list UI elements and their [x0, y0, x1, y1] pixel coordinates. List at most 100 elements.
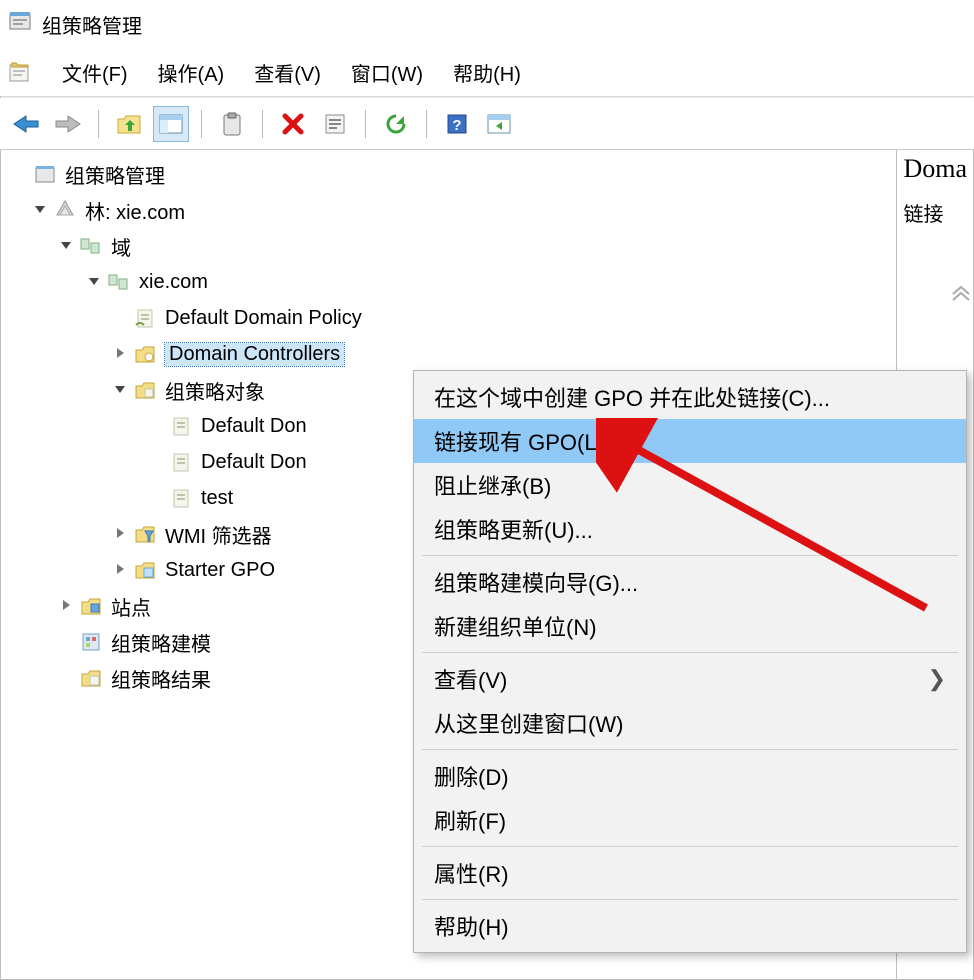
tree-root[interactable]: 组策略管理 [1, 156, 896, 192]
tree-label: 组策略管理 [65, 160, 165, 189]
ctx-separator [422, 555, 958, 556]
gpmc-icon [31, 163, 59, 185]
tree-label: Default Don [201, 451, 307, 474]
app-title: 组策略管理 [42, 10, 142, 39]
details-icon [486, 113, 512, 135]
chevron-right-icon[interactable] [109, 526, 131, 542]
toolbar-details-button[interactable] [481, 106, 517, 142]
detail-tab[interactable]: 链接 [903, 198, 967, 227]
policy-icon [167, 487, 195, 509]
chevron-down-icon[interactable] [55, 238, 77, 254]
toolbar-forward-button [50, 106, 86, 142]
toolbar: ? [0, 98, 974, 150]
ctx-separator [422, 749, 958, 750]
chevron-right-icon[interactable] [55, 598, 77, 614]
ctx-label: 帮助(H) [434, 910, 509, 942]
tree-default-domain-policy[interactable]: Default Domain Policy [1, 300, 896, 336]
detail-title: Doma [903, 154, 967, 184]
ctx-label: 链接现有 GPO(L)... [434, 425, 622, 457]
clipboard-icon [221, 112, 243, 136]
title-bar: 组策略管理 [0, 0, 974, 48]
ctx-label: 刷新(F) [434, 804, 506, 836]
domain-icon [105, 271, 133, 293]
toolbar-help-button[interactable]: ? [439, 106, 475, 142]
ctx-label: 属性(R) [434, 857, 509, 889]
ctx-label: 阻止继承(B) [434, 469, 551, 501]
arrow-right-icon [54, 114, 82, 134]
chevron-down-icon[interactable] [83, 274, 105, 290]
tree-label: xie.com [139, 271, 208, 294]
gpo-folder-icon [131, 379, 159, 401]
starter-gpo-icon [131, 559, 159, 581]
toolbar-properties-button[interactable] [317, 106, 353, 142]
toolbar-divider [426, 110, 427, 138]
chevron-collapse-icon[interactable] [949, 280, 973, 310]
tree-label: 组策略对象 [165, 376, 265, 405]
toolbar-show-tree-button[interactable] [153, 106, 189, 142]
ctx-help[interactable]: 帮助(H) [414, 904, 966, 948]
tree-domain-controllers[interactable]: Domain Controllers [1, 336, 896, 372]
panel-icon [158, 113, 184, 135]
tree-domain-xie[interactable]: xie.com [1, 264, 896, 300]
chevron-right-icon[interactable] [109, 562, 131, 578]
ctx-refresh[interactable]: 刷新(F) [414, 798, 966, 842]
toolbar-back-button[interactable] [8, 106, 44, 142]
forest-icon [51, 199, 79, 221]
tree-label: 站点 [111, 592, 151, 621]
tree-forest[interactable]: 林: xie.com [1, 192, 896, 228]
ctx-delete[interactable]: 删除(D) [414, 754, 966, 798]
help-icon: ? [446, 113, 468, 135]
refresh-icon [384, 112, 408, 136]
toolbar-up-folder-button[interactable] [111, 106, 147, 142]
toolbar-clipboard-button[interactable] [214, 106, 250, 142]
folder-up-icon [116, 113, 142, 135]
menu-file[interactable]: 文件(F) [62, 58, 128, 87]
menu-bar: 文件(F) 操作(A) 查看(V) 窗口(W) 帮助(H) [0, 48, 974, 96]
toolbar-refresh-button[interactable] [378, 106, 414, 142]
ctx-label: 组策略更新(U)... [434, 513, 593, 545]
menu-action[interactable]: 操作(A) [158, 58, 225, 87]
properties-icon [323, 112, 347, 136]
ctx-separator [422, 899, 958, 900]
wmi-icon [131, 523, 159, 545]
toolbar-divider [365, 110, 366, 138]
ctx-modeling-wizard[interactable]: 组策略建模向导(G)... [414, 560, 966, 604]
ctx-properties[interactable]: 属性(R) [414, 851, 966, 895]
chevron-right-icon: ❯ [928, 666, 946, 692]
modeling-icon [77, 631, 105, 653]
ctx-link-existing-gpo[interactable]: 链接现有 GPO(L)... [414, 419, 966, 463]
tree-label: 域 [111, 232, 131, 261]
chevron-right-icon[interactable] [109, 346, 131, 362]
tree-label: WMI 筛选器 [165, 520, 272, 549]
ctx-create-gpo-link[interactable]: 在这个域中创建 GPO 并在此处链接(C)... [414, 375, 966, 419]
chevron-down-icon[interactable] [29, 202, 51, 218]
sites-icon [77, 595, 105, 617]
tree-domains[interactable]: 域 [1, 228, 896, 264]
ctx-new-ou[interactable]: 新建组织单位(N) [414, 604, 966, 648]
context-menu: 在这个域中创建 GPO 并在此处链接(C)... 链接现有 GPO(L)... … [413, 370, 967, 953]
toolbar-delete-button[interactable] [275, 106, 311, 142]
tree-label: Default Don [201, 415, 307, 438]
policy-icon [167, 451, 195, 473]
svg-text:?: ? [452, 117, 461, 134]
menu-window[interactable]: 窗口(W) [351, 58, 423, 87]
tree-label: 组策略建模 [111, 628, 211, 657]
ctx-gp-update[interactable]: 组策略更新(U)... [414, 507, 966, 551]
ctx-label: 组策略建模向导(G)... [434, 566, 638, 598]
chevron-down-icon[interactable] [109, 382, 131, 398]
ctx-label: 在这个域中创建 GPO 并在此处链接(C)... [434, 381, 830, 413]
ctx-block-inheritance[interactable]: 阻止继承(B) [414, 463, 966, 507]
menu-view[interactable]: 查看(V) [254, 58, 321, 87]
x-icon [281, 112, 305, 136]
ctx-label: 删除(D) [434, 760, 509, 792]
ctx-view[interactable]: 查看(V)❯ [414, 657, 966, 701]
toolbar-divider [98, 110, 99, 138]
ctx-new-window[interactable]: 从这里创建窗口(W) [414, 701, 966, 745]
toolbar-divider [201, 110, 202, 138]
menu-icon [8, 60, 32, 84]
tree-label: 林: xie.com [85, 196, 185, 225]
menu-help[interactable]: 帮助(H) [453, 58, 521, 87]
tree-label: Domain Controllers [165, 343, 344, 366]
tree-label: test [201, 487, 233, 510]
arrow-left-icon [12, 114, 40, 134]
